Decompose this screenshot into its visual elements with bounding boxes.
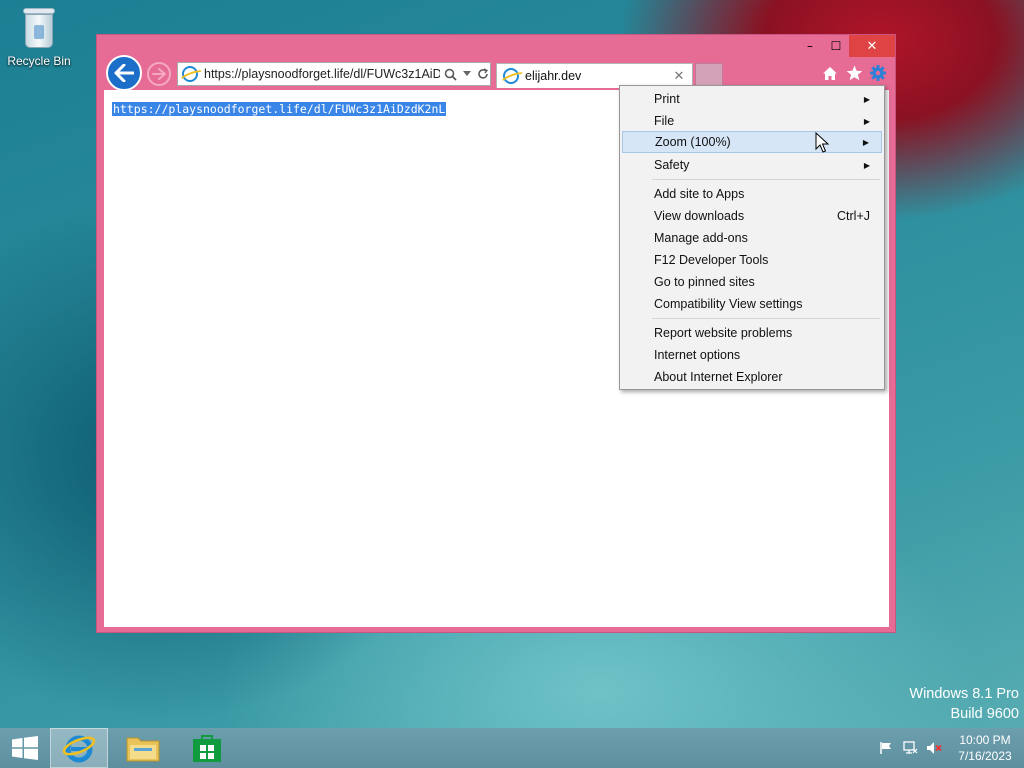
favorites-star-icon[interactable] (845, 63, 863, 83)
taskbar: 10:00 PM 7/16/2023 (0, 728, 1024, 768)
network-icon[interactable] (898, 728, 922, 768)
start-button[interactable] (0, 728, 50, 768)
menu-item-zoom[interactable]: Zoom (100%) ▶ (622, 131, 882, 153)
menu-item-print[interactable]: Print ▶ (622, 88, 882, 110)
address-bar[interactable]: https://playsnoodforget.life/dl/FUWc3z1A… (177, 62, 491, 86)
menu-item-internet-options[interactable]: Internet options (622, 344, 882, 366)
new-tab-button[interactable] (695, 63, 723, 87)
action-center-flag-icon[interactable] (874, 728, 898, 768)
site-ie-icon (182, 66, 198, 82)
menu-item-label: F12 Developer Tools (654, 253, 769, 267)
menu-item-label: View downloads (654, 209, 745, 223)
watermark-build: Build 9600 (950, 706, 1019, 722)
menu-item-label: Add site to Apps (654, 187, 745, 201)
menu-item-report-website-problems[interactable]: Report website problems (622, 322, 882, 344)
watermark-edition: Windows 8.1 Pro (909, 686, 1019, 702)
back-arrow-icon (114, 64, 134, 82)
forward-button[interactable] (147, 62, 171, 86)
recycle-bin-desktop-icon[interactable]: Recycle Bin (4, 6, 74, 68)
menu-item-about-internet-explorer[interactable]: About Internet Explorer (622, 366, 882, 388)
menu-item-manage-add-ons[interactable]: Manage add-ons (622, 227, 882, 249)
menu-item-go-to-pinned-sites[interactable]: Go to pinned sites (622, 271, 882, 293)
selected-url-text[interactable]: https://playsnoodforget.life/dl/FUWc3z1A… (112, 102, 447, 116)
system-tray: 10:00 PM 7/16/2023 (874, 728, 1024, 768)
dropdown-arrow-icon[interactable] (463, 71, 471, 77)
internet-explorer-icon (62, 735, 96, 763)
menu-item-label: Safety (654, 158, 690, 172)
recycle-bin-icon (21, 6, 57, 50)
menu-item-label: Manage add-ons (654, 231, 748, 245)
clock-date: 7/16/2023 (958, 749, 1012, 763)
menu-item-safety[interactable]: Safety ▶ (622, 154, 882, 176)
store-icon (193, 735, 221, 762)
menu-item-label: Print (654, 92, 680, 106)
menu-item-add-site-to-apps[interactable]: Add site to Apps (622, 183, 882, 205)
tab-close-icon[interactable]: ✕ (670, 69, 688, 84)
tab-ie-icon (503, 68, 519, 84)
submenu-arrow-icon: ▶ (863, 94, 870, 104)
menu-item-f12-developer-tools[interactable]: F12 Developer Tools (622, 249, 882, 271)
taskbar-clock[interactable]: 10:00 PM 7/16/2023 (946, 732, 1024, 764)
forward-arrow-icon (152, 68, 166, 80)
home-icon[interactable] (821, 63, 839, 83)
menu-item-file[interactable]: File ▶ (622, 110, 882, 132)
menu-item-shortcut: Ctrl+J (837, 209, 870, 223)
submenu-arrow-icon: ▶ (862, 137, 869, 147)
menu-item-label: About Internet Explorer (654, 370, 783, 384)
refresh-icon[interactable] (477, 68, 489, 80)
back-button[interactable] (106, 55, 142, 91)
taskbar-internet-explorer[interactable] (50, 728, 108, 768)
address-url[interactable]: https://playsnoodforget.life/dl/FUWc3z1A… (204, 67, 440, 81)
tab-title: elijahr.dev (525, 69, 582, 83)
submenu-arrow-icon: ▶ (863, 116, 870, 126)
clock-time: 10:00 PM (959, 733, 1011, 747)
minimize-button[interactable]: – (797, 35, 823, 57)
maximize-button[interactable]: ☐ (823, 35, 849, 57)
taskbar-store[interactable] (178, 728, 236, 768)
menu-item-label: Go to pinned sites (654, 275, 755, 289)
menu-item-compatibility-view-settings[interactable]: Compatibility View settings (622, 293, 882, 315)
tools-gear-icon[interactable] (869, 63, 887, 83)
recycle-bin-label: Recycle Bin (7, 54, 71, 68)
windows-watermark: Windows 8.1 Pro Build 9600 (909, 684, 1019, 724)
windows-logo-icon (12, 736, 38, 760)
taskbar-file-explorer[interactable] (114, 728, 172, 768)
menu-item-label: File (654, 114, 675, 128)
mouse-cursor-icon (815, 132, 829, 153)
volume-muted-icon[interactable] (922, 728, 946, 768)
close-button[interactable]: ✕ (849, 35, 895, 57)
file-explorer-folder-icon (126, 737, 160, 762)
toolbar-icons (821, 63, 887, 83)
submenu-arrow-icon: ▶ (863, 160, 870, 170)
menu-item-label: Compatibility View settings (654, 297, 803, 311)
menu-separator (652, 179, 880, 180)
menu-item-label: Report website problems (654, 326, 793, 340)
menu-item-label: Zoom (100%) (655, 135, 731, 149)
tools-menu: Print ▶ File ▶ Zoom (100%) ▶ Safety ▶ Ad… (619, 85, 885, 390)
menu-item-view-downloads[interactable]: View downloads Ctrl+J (622, 205, 882, 227)
search-icon[interactable] (444, 68, 457, 81)
menu-separator (652, 318, 880, 319)
window-controls: – ☐ ✕ (797, 35, 895, 57)
menu-item-label: Internet options (654, 348, 741, 362)
